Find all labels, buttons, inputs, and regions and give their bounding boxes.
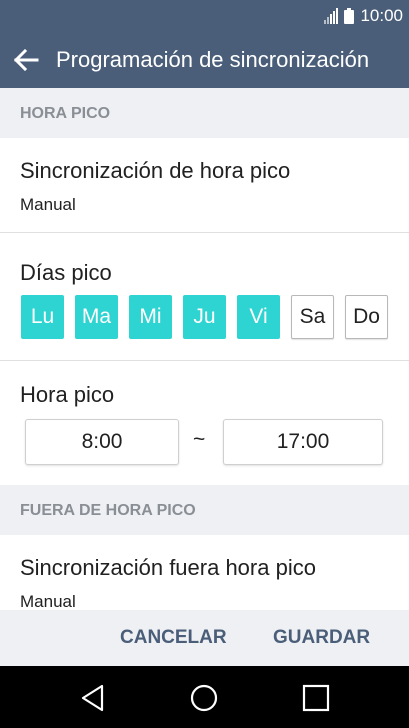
app-bar: Programación de sincronización [0,32,409,88]
nav-home-button[interactable] [189,683,219,713]
save-button[interactable]: GUARDAR [273,627,370,649]
back-triangle-icon [81,684,104,712]
day-toggle-sa[interactable]: Sa [291,295,334,339]
status-icons: 10:00 [324,6,403,25]
arrow-left-icon [13,48,39,72]
day-toggle-lu[interactable]: Lu [21,295,64,339]
peak-sync-value: Manual [20,195,76,214]
back-button[interactable] [12,46,44,74]
status-bar: 10:00 [0,0,409,32]
peak-end-time-button[interactable]: 17:00 [223,419,383,465]
day-toggle-ma[interactable]: Ma [75,295,118,339]
peak-sync-title: Sincronización de hora pico [20,158,291,183]
section-header-off-peak: FUERA DE HORA PICO [0,485,409,535]
section-header-label: FUERA DE HORA PICO [20,502,196,519]
off-peak-sync-title: Sincronización fuera hora pico [20,555,316,580]
section-header-peak: HORA PICO [0,88,409,138]
day-toggle-mi[interactable]: Mi [129,295,172,339]
settings-list[interactable]: HORA PICO Sincronización de hora pico Ma… [0,88,409,610]
peak-start-time-button[interactable]: 8:00 [25,419,179,465]
divider [0,360,409,361]
peak-sync-item[interactable]: Sincronización de hora pico Manual [0,138,409,232]
divider [0,232,409,233]
status-time: 10:00 [360,6,403,25]
off-peak-sync-item[interactable]: Sincronización fuera hora pico Manual [0,535,409,610]
system-nav-bar [0,666,409,728]
action-bar: CANCELAR GUARDAR [0,610,409,666]
time-range-separator: ~ [193,428,206,451]
peak-days-title: Días pico [20,260,112,285]
nav-recents-button[interactable] [301,683,331,713]
recents-square-icon [302,684,330,712]
day-toggle-ju[interactable]: Ju [183,295,226,339]
signal-icon [324,8,339,24]
peak-time-title: Hora pico [20,382,115,407]
nav-back-button[interactable] [78,683,108,713]
cancel-button[interactable]: CANCELAR [120,627,227,649]
section-header-label: HORA PICO [20,105,111,122]
off-peak-sync-value: Manual [20,592,76,610]
battery-icon [344,8,355,24]
peak-days-selector: Lu Ma Mi Ju Vi Sa Do [21,295,388,339]
home-circle-icon [190,684,218,712]
day-toggle-vi[interactable]: Vi [237,295,280,339]
day-toggle-do[interactable]: Do [345,295,388,339]
page-title: Programación de sincronización [56,47,370,72]
